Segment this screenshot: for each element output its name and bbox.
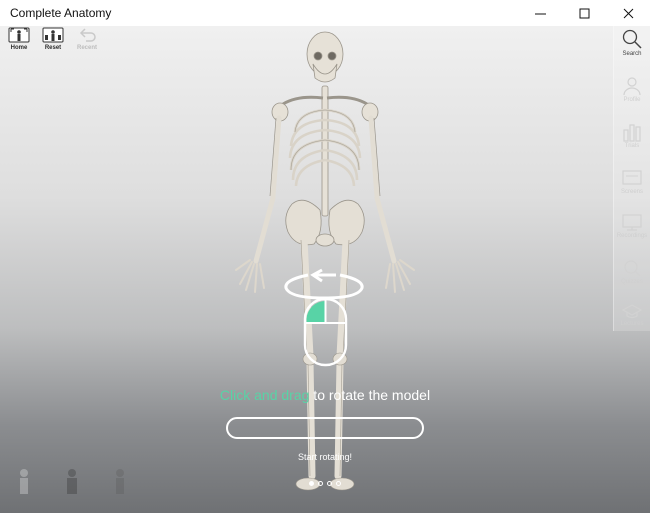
sidebar-label-lectures: Lectures bbox=[620, 321, 644, 327]
reset-figure-icon bbox=[42, 27, 64, 43]
page-dot[interactable] bbox=[309, 481, 314, 486]
reset-button[interactable]: Reset bbox=[38, 26, 68, 51]
rotation-progress-bar bbox=[226, 417, 424, 439]
home-figure-icon bbox=[8, 27, 30, 43]
reset-label: Reset bbox=[44, 45, 62, 51]
layer-figure-icon bbox=[20, 469, 28, 494]
model-viewport[interactable]: Home Reset Recent Search Profile Trials … bbox=[0, 26, 650, 513]
page-dot[interactable] bbox=[336, 481, 341, 486]
home-label: Home bbox=[10, 45, 28, 51]
maximize-icon bbox=[579, 8, 589, 18]
sidebar-item-quizzes[interactable]: Quizzes bbox=[614, 258, 650, 285]
home-button[interactable]: Home bbox=[4, 26, 34, 51]
minimize-icon bbox=[534, 13, 546, 14]
top-toolbar: Home Reset Recent bbox=[4, 26, 102, 51]
recordings-icon bbox=[622, 214, 642, 231]
sidebar-label-quizzes: Quizzes bbox=[621, 279, 643, 285]
sidebar-item-screens[interactable]: Screens bbox=[614, 168, 650, 195]
layer-figure-icon bbox=[67, 469, 77, 494]
window-title: Complete Anatomy bbox=[10, 6, 112, 20]
close-icon bbox=[623, 8, 633, 18]
sidebar-label-trials: Trials bbox=[624, 143, 640, 149]
page-dot[interactable] bbox=[318, 481, 323, 486]
rotate-arrow-icon bbox=[284, 268, 364, 300]
sidebar-label-screens: Screens bbox=[620, 189, 643, 195]
search-icon bbox=[622, 29, 642, 49]
close-button[interactable] bbox=[606, 0, 650, 26]
instruction-rest: to rotate the model bbox=[309, 387, 431, 403]
sidebar-label-search: Search bbox=[622, 51, 642, 57]
tutorial-instruction: Click and drag to rotate the model bbox=[0, 387, 650, 403]
recent-label: Recent bbox=[76, 45, 97, 51]
right-sidebar: Search Profile Trials Screens Recordings… bbox=[613, 26, 650, 331]
screens-icon bbox=[622, 170, 642, 185]
start-rotating-label: Start rotating! bbox=[297, 452, 353, 462]
sidebar-item-recordings[interactable]: Recordings bbox=[614, 212, 650, 239]
lectures-icon bbox=[621, 304, 643, 319]
sidebar-label-recordings: Recordings bbox=[616, 233, 648, 239]
sidebar-label-profile: Profile bbox=[623, 97, 641, 103]
page-dot[interactable] bbox=[327, 481, 332, 486]
title-bar: Complete Anatomy bbox=[0, 0, 650, 26]
recent-button[interactable]: Recent bbox=[72, 26, 102, 51]
profile-icon bbox=[623, 77, 641, 96]
minimize-button[interactable] bbox=[518, 0, 562, 26]
sidebar-item-lectures[interactable]: Lectures bbox=[614, 302, 650, 327]
undo-arrow-icon bbox=[79, 28, 96, 42]
sidebar-item-search[interactable]: Search bbox=[614, 28, 650, 57]
layer-figure-icon bbox=[116, 469, 124, 494]
sidebar-item-profile[interactable]: Profile bbox=[614, 76, 650, 103]
quiz-icon bbox=[624, 260, 641, 277]
sidebar-item-trials[interactable]: Trials bbox=[614, 122, 650, 149]
maximize-button[interactable] bbox=[562, 0, 606, 26]
mouse-icon bbox=[303, 297, 348, 367]
instruction-highlight: Click and drag bbox=[219, 387, 310, 403]
window-controls bbox=[518, 0, 650, 26]
bottom-layer-icons bbox=[14, 468, 130, 496]
trials-icon bbox=[623, 124, 641, 142]
